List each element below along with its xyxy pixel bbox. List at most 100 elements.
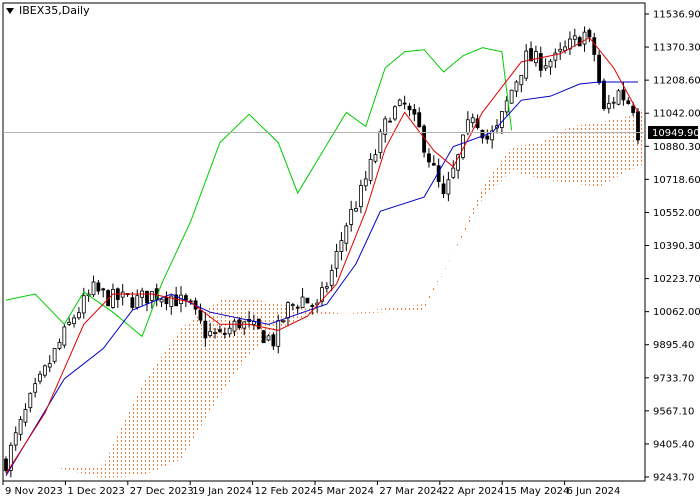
candle-body xyxy=(451,167,456,178)
candle xyxy=(4,456,8,473)
candle-body xyxy=(149,291,154,301)
candle xyxy=(28,392,33,413)
candle-body xyxy=(159,298,164,303)
y-tick-label: 11536.90 xyxy=(653,10,700,21)
y-tick-label: 10880.30 xyxy=(653,142,700,153)
candle-body xyxy=(611,101,616,104)
candle-body xyxy=(383,118,388,135)
chart-area: 11536.90 11370.30 11208.60 11042.00 10880.30… xyxy=(0,0,700,500)
candle-body xyxy=(91,281,96,296)
candle-body xyxy=(373,154,378,162)
candle-body xyxy=(300,296,305,308)
candle xyxy=(111,283,115,309)
current-price-label-text: 10949.90 xyxy=(652,128,700,139)
candle-body xyxy=(402,102,407,105)
candle xyxy=(407,103,412,117)
candle xyxy=(8,442,13,478)
candle-body xyxy=(164,297,169,305)
candle-body xyxy=(276,320,281,347)
candle-body xyxy=(62,326,67,346)
candle-body xyxy=(295,306,300,309)
candle-body xyxy=(18,419,23,435)
candle-body xyxy=(397,99,402,106)
candle-body xyxy=(145,290,149,304)
candle xyxy=(256,318,261,330)
candle xyxy=(393,105,397,121)
candle xyxy=(582,26,587,52)
candle xyxy=(427,148,431,168)
candle-body xyxy=(388,120,392,123)
candle xyxy=(164,291,169,311)
candle-body xyxy=(597,54,602,84)
candle xyxy=(42,364,47,378)
candle xyxy=(509,89,514,104)
candle xyxy=(465,111,470,136)
candle xyxy=(96,279,101,295)
candle-body xyxy=(57,341,62,349)
candle xyxy=(543,58,548,72)
candle xyxy=(534,45,538,67)
candle-body xyxy=(602,80,606,110)
candle-body xyxy=(198,309,203,321)
candle xyxy=(485,129,490,144)
candle-body xyxy=(232,320,237,332)
candle-body xyxy=(606,103,611,109)
symbol-header[interactable]: IBEX35,Daily xyxy=(6,4,90,17)
candle-body xyxy=(67,321,72,325)
candle-body xyxy=(417,112,422,128)
candle-body xyxy=(616,90,621,105)
candle-body xyxy=(52,348,57,362)
candle xyxy=(529,41,533,62)
candle-body xyxy=(23,409,28,423)
candle xyxy=(577,35,582,47)
candle-body xyxy=(509,89,514,104)
candle xyxy=(300,288,305,309)
symbol-title: IBEX35,Daily xyxy=(19,4,90,17)
candle-body xyxy=(524,50,529,79)
candle xyxy=(140,287,145,306)
candle xyxy=(441,175,446,199)
candle-body xyxy=(354,208,358,212)
candle xyxy=(334,243,339,278)
candle xyxy=(553,48,558,69)
candle-body xyxy=(514,81,519,92)
candle-body xyxy=(621,89,626,101)
y-tick-label: 10223.70 xyxy=(653,274,700,285)
candle xyxy=(451,160,456,180)
candle-body xyxy=(587,29,592,38)
candle xyxy=(397,98,402,107)
candle xyxy=(606,94,611,114)
candle xyxy=(373,149,378,164)
x-tick-label: 5 Mar 2024 xyxy=(317,486,374,497)
candle xyxy=(120,284,125,306)
candle-body xyxy=(441,183,446,194)
candle-body xyxy=(324,286,329,289)
candle xyxy=(344,222,349,252)
candle-body xyxy=(431,163,436,166)
candle-body xyxy=(334,251,339,269)
candle xyxy=(548,58,553,75)
candle-body xyxy=(96,282,101,292)
candle-body xyxy=(101,288,106,291)
candle-body xyxy=(111,288,115,308)
candle-body xyxy=(368,158,373,181)
dropdown-triangle-icon[interactable] xyxy=(6,7,14,14)
candle xyxy=(324,282,329,293)
candle-body xyxy=(290,304,295,307)
candle xyxy=(47,355,52,373)
kijun-sen-line xyxy=(5,81,638,476)
candle xyxy=(101,287,106,298)
candle xyxy=(18,416,23,441)
x-tick-label: 22 Apr 2024 xyxy=(442,486,504,497)
candle-body xyxy=(393,106,397,120)
y-tick-label: 10390.30 xyxy=(653,241,700,252)
candle xyxy=(349,200,354,232)
candle-body xyxy=(72,317,76,325)
candle-body xyxy=(208,330,213,337)
candle-body xyxy=(42,365,47,376)
candle xyxy=(626,97,631,105)
candle xyxy=(470,113,475,128)
candle xyxy=(305,297,310,304)
candle xyxy=(388,117,392,123)
candle-body xyxy=(572,35,577,40)
